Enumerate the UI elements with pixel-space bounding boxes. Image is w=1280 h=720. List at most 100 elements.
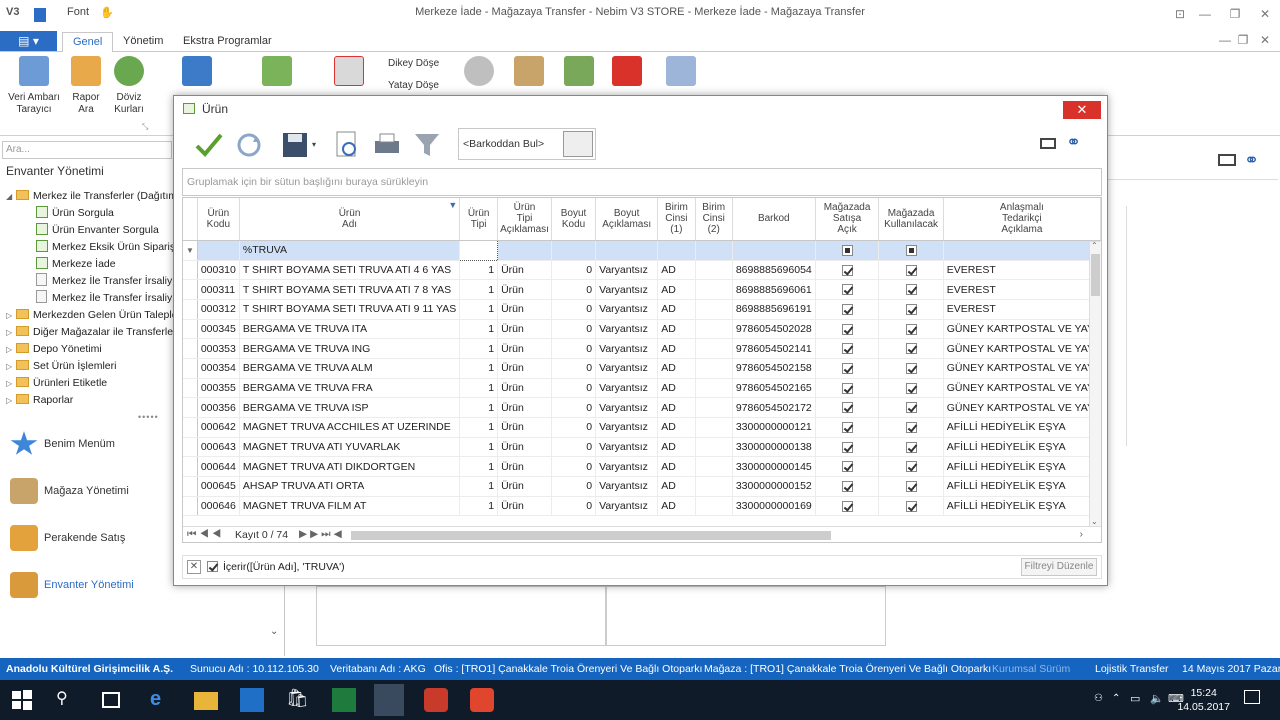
video-button[interactable] bbox=[180, 56, 214, 92]
expand-icon[interactable]: ▷ bbox=[6, 358, 16, 375]
cell[interactable]: Varyantsız bbox=[595, 319, 659, 340]
cell[interactable]: Varyantsız bbox=[595, 417, 659, 438]
cell[interactable]: Varyantsız bbox=[595, 279, 659, 300]
cell[interactable]: AD bbox=[657, 358, 696, 379]
cell[interactable]: 0 bbox=[551, 319, 597, 340]
cell[interactable]: Ürün bbox=[497, 437, 552, 458]
save-dropdown-icon[interactable]: ▾ bbox=[312, 140, 316, 149]
nav-perakende-satis[interactable]: Perakende Satış bbox=[10, 523, 125, 553]
cell[interactable]: 9786054502141 bbox=[732, 338, 816, 359]
cell[interactable] bbox=[695, 437, 733, 458]
row-checkbox[interactable] bbox=[905, 422, 917, 434]
cell[interactable]: Ürün bbox=[497, 358, 552, 379]
cell[interactable]: 1 bbox=[459, 279, 499, 300]
cell[interactable]: AFİLLİ HEDİYELİK EŞYA bbox=[943, 496, 1101, 517]
cell[interactable]: Ürün bbox=[497, 338, 552, 359]
cell[interactable]: 9786054502028 bbox=[732, 319, 816, 340]
cell[interactable]: AD bbox=[657, 437, 696, 458]
row-checkbox[interactable] bbox=[905, 284, 917, 296]
notification-icon[interactable] bbox=[1244, 690, 1260, 704]
expand-icon[interactable]: ▷ bbox=[6, 375, 16, 392]
cell[interactable]: 3300000000121 bbox=[732, 417, 816, 438]
cell[interactable]: Varyantsız bbox=[595, 456, 659, 478]
tab-yonetim[interactable]: Yönetim bbox=[113, 32, 173, 53]
col-urun-kodu[interactable]: Ürün Kodu bbox=[197, 198, 240, 241]
col-birim-cinsi-1[interactable]: Birim Cinsi (1) bbox=[657, 198, 696, 241]
cell[interactable]: Varyantsız bbox=[595, 496, 659, 517]
cell[interactable]: 0 bbox=[551, 299, 597, 320]
table-row[interactable]: 000645 AHSAP TRUVA ATI ORTA 1 Ürün 0 Varyants… bbox=[183, 476, 1101, 497]
cell[interactable]: MAGNET TRUVA ATI YUVARLAK bbox=[239, 437, 461, 458]
store-icon[interactable]: 🛍 bbox=[286, 688, 310, 712]
row-checkbox[interactable] bbox=[841, 343, 853, 355]
row-checkbox[interactable] bbox=[905, 382, 917, 394]
cell[interactable]: EVEREST bbox=[943, 279, 1101, 300]
row-checkbox[interactable] bbox=[905, 363, 917, 374]
tree-item-urun-sorgula[interactable]: Ürün Sorgula bbox=[36, 205, 176, 222]
cell[interactable] bbox=[695, 299, 733, 320]
cell[interactable]: 1 bbox=[459, 378, 499, 399]
filter-cell-urun-tipi[interactable] bbox=[459, 239, 499, 261]
col-birim-cinsi-2[interactable]: Birim Cinsi (2) bbox=[695, 198, 733, 241]
cell[interactable] bbox=[695, 319, 733, 340]
cell[interactable]: 1 bbox=[459, 358, 499, 379]
scroll-up-icon[interactable]: ⌃ bbox=[1091, 241, 1098, 250]
cell[interactable]: 8698885696061 bbox=[732, 279, 816, 300]
cell[interactable]: GÜNEY KARTPOSTAL VE YAYI bbox=[943, 378, 1101, 399]
cell[interactable]: 9786054502172 bbox=[732, 397, 816, 418]
tree-item-merkezden-gelen[interactable]: ▷ Merkezden Gelen Ürün Talepleri bbox=[6, 307, 176, 324]
expand-icon[interactable]: ▷ bbox=[6, 324, 16, 341]
cell[interactable]: BERGAMA VE TRUVA ITA bbox=[239, 319, 461, 340]
row-checkbox[interactable] bbox=[841, 402, 853, 414]
cell[interactable]: 3300000000169 bbox=[732, 496, 816, 517]
nav-search-input[interactable]: Ara... bbox=[2, 141, 172, 159]
nebim-v3-icon[interactable] bbox=[374, 684, 404, 716]
cell[interactable]: 1 bbox=[459, 319, 499, 340]
col-magazada-satisa-acik[interactable]: Mağazada Satışa Açık bbox=[815, 198, 880, 241]
scroll-thumb[interactable] bbox=[1091, 254, 1100, 296]
preview-icon[interactable] bbox=[332, 130, 362, 160]
tray-people-icon[interactable]: ⚇ bbox=[1094, 693, 1103, 704]
minimize-button[interactable]: — bbox=[1190, 4, 1220, 24]
cell[interactable]: MAGNET TRUVA ACCHILES AT UZERINDE bbox=[239, 417, 461, 438]
app-c-icon[interactable] bbox=[470, 688, 494, 712]
dikey-dose-button[interactable]: Dikey Döşe bbox=[388, 58, 439, 70]
cell[interactable]: 0 bbox=[551, 358, 597, 379]
filter-icon[interactable] bbox=[412, 130, 442, 160]
scroll-down-icon[interactable]: ⌄ bbox=[1091, 517, 1098, 526]
cell[interactable]: Varyantsız bbox=[595, 338, 659, 359]
cell[interactable]: 3300000000145 bbox=[732, 456, 816, 478]
splitter-grip[interactable]: ••••• bbox=[138, 412, 159, 422]
cell[interactable]: Varyantsız bbox=[595, 437, 659, 458]
cell[interactable]: AD bbox=[657, 456, 696, 478]
cell[interactable] bbox=[695, 417, 733, 438]
table-row[interactable]: 000355 BERGAMA VE TRUVA FRA 1 Ürün 0 Varyants… bbox=[183, 378, 1101, 399]
cell[interactable]: Ürün bbox=[497, 279, 552, 300]
tab-ekstra-programlar[interactable]: Ekstra Programlar bbox=[173, 32, 282, 53]
cell[interactable]: AD bbox=[657, 496, 696, 517]
edge-icon[interactable]: e bbox=[150, 688, 174, 712]
filter-enabled-checkbox[interactable] bbox=[207, 561, 218, 572]
tab-genel[interactable]: Genel bbox=[62, 32, 114, 53]
user-transfer-button[interactable] bbox=[562, 56, 596, 92]
filter-expression[interactable]: İçerir([Ürün Adı], 'TRUVA') bbox=[223, 561, 345, 573]
cell[interactable] bbox=[695, 456, 733, 478]
cell[interactable]: 9786054502158 bbox=[732, 358, 816, 379]
cell[interactable]: 1 bbox=[459, 437, 499, 458]
cell[interactable]: 1 bbox=[459, 476, 499, 497]
cell[interactable]: 1 bbox=[459, 260, 499, 281]
cell[interactable]: BERGAMA VE TRUVA FRA bbox=[239, 378, 461, 399]
clear-filter-button[interactable]: ✕ bbox=[187, 560, 201, 574]
tree-item-raporlar[interactable]: ▷ Raporlar bbox=[6, 392, 176, 409]
user-lock-button[interactable] bbox=[512, 56, 546, 92]
cell[interactable]: BERGAMA VE TRUVA ISP bbox=[239, 397, 461, 418]
nav-next-last-icons[interactable]: ▶▶⏭◀ bbox=[299, 528, 345, 541]
cell[interactable]: AD bbox=[657, 319, 696, 340]
expand-icon[interactable]: ▷ bbox=[6, 392, 16, 409]
cell[interactable]: 1 bbox=[459, 496, 499, 517]
refresh-icon[interactable] bbox=[234, 130, 264, 160]
col-boyut-aciklamasi[interactable]: Boyut Açıklaması bbox=[595, 198, 659, 241]
cell[interactable]: 3300000000152 bbox=[732, 476, 816, 497]
row-checkbox[interactable] bbox=[905, 441, 917, 453]
table-row[interactable]: 000354 BERGAMA VE TRUVA ALM 1 Ürün 0 Varyants… bbox=[183, 358, 1101, 379]
